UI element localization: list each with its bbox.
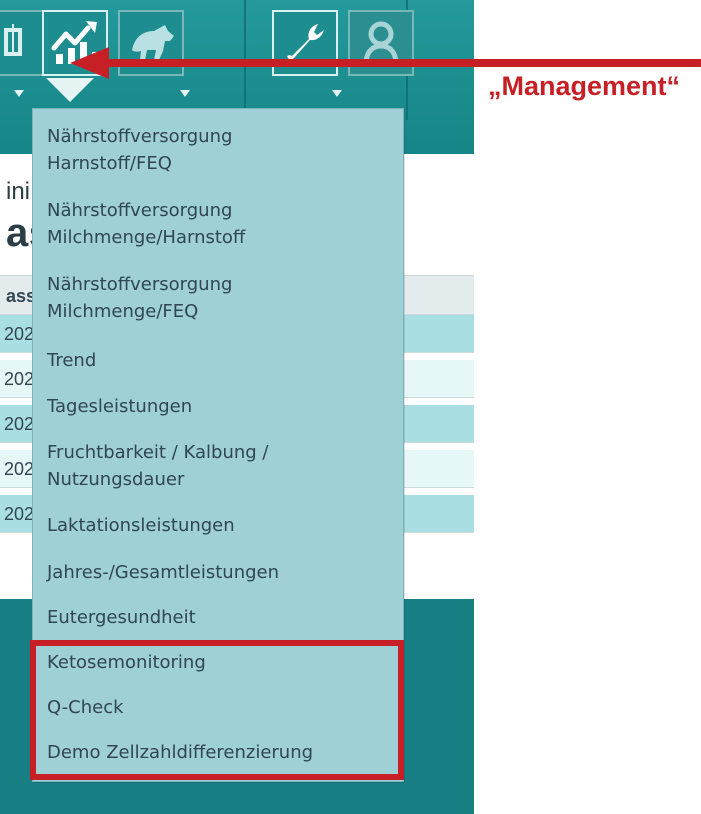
year-fragment: 202 (4, 504, 35, 524)
menu-item-eutergesundheit[interactable]: Eutergesundheit (47, 604, 377, 631)
chevron-down-icon (14, 90, 24, 97)
menu-item-fruchtbarkeit-kalbung-nutzungsdauer[interactable]: Fruchtbarkeit / Kalbung / Nutzungsdauer (47, 439, 377, 493)
chevron-down-icon (332, 90, 342, 97)
menu-item-naehrstoffversorgung-milchmenge-feq[interactable]: Nährstoffversorgung Milchmenge/FEQ (47, 271, 377, 325)
menu-item-demo-zellzahldifferenzierung[interactable]: Demo Zellzahldifferenzierung (47, 739, 377, 766)
background-title-fragment: ini (6, 178, 31, 205)
menu-item-laktationsleistungen[interactable]: Laktationsleistungen (47, 512, 377, 539)
menu-item-q-check[interactable]: Q-Check (47, 694, 377, 721)
menu-item-jahres-gesamtleistungen[interactable]: Jahres-/Gesamtleistungen (47, 559, 377, 586)
annotation-label: „Management“ (488, 71, 681, 101)
menu-item-tagesleistungen[interactable]: Tagesleistungen (47, 393, 377, 420)
screenshot-stage: ini as ass 202 202 202 202 202 Nährstoff… (0, 0, 701, 814)
menu-item-naehrstoffversorgung-milchmenge-harnstoff[interactable]: Nährstoffversorgung Milchmenge/Harnstoff (47, 197, 377, 251)
year-fragment: 202 (4, 459, 35, 479)
menu-item-trend[interactable]: Trend (47, 347, 377, 374)
year-fragment: 202 (4, 414, 35, 434)
management-dropdown-menu: Nährstoffversorgung Harnstoff/FEQ Nährst… (32, 108, 404, 782)
year-fragment: 202 (4, 369, 35, 389)
menu-item-ketosemonitoring[interactable]: Ketosemonitoring (47, 649, 377, 676)
year-fragment: 202 (4, 324, 35, 344)
menu-item-naehrstoffversorgung-harnstoff-feq[interactable]: Nährstoffversorgung Harnstoff/FEQ (47, 123, 377, 177)
chevron-down-icon (180, 90, 190, 97)
